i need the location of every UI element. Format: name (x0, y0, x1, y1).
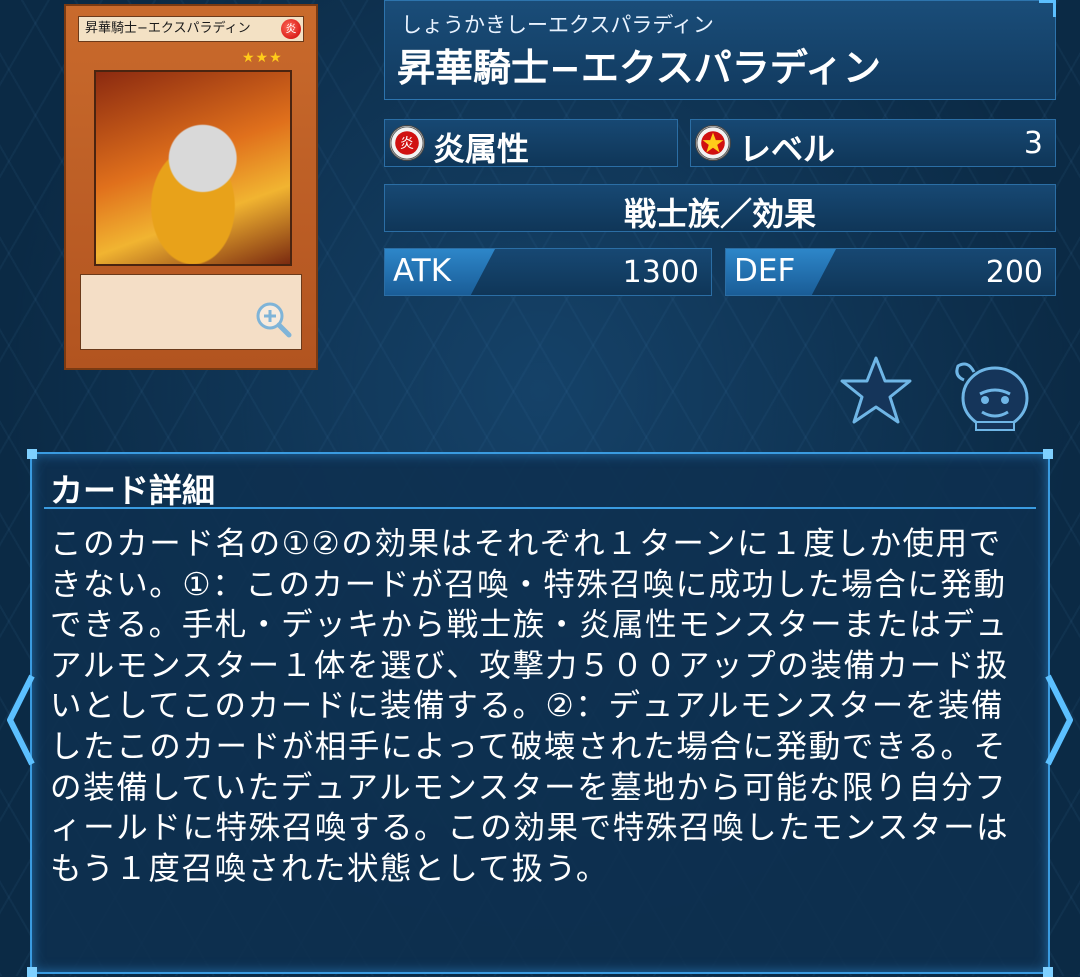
fire-attribute-glyph: 炎 (400, 136, 414, 152)
def-value: 200 (985, 255, 1043, 290)
level-star-icon (695, 125, 731, 161)
panel-corner (1043, 449, 1053, 459)
card-image-text-box (80, 274, 302, 350)
chevron-right-icon[interactable] (1042, 670, 1076, 770)
zoom-in-icon[interactable] (253, 299, 293, 339)
detail-heading: カード詳細 (50, 471, 215, 510)
panel-corner (27, 449, 37, 459)
card-image[interactable]: 昇華騎士−エクスパラディン 炎 ★★★ (64, 4, 318, 370)
atk-label: ATK (393, 253, 452, 289)
card-name-panel: しょうかきしーエクスパラディン 昇華騎士−エクスパラディン (384, 0, 1056, 100)
card-image-attribute-icon: 炎 (281, 19, 301, 39)
star-icon[interactable] (838, 354, 914, 426)
card-image-name: 昇華騎士−エクスパラディン (85, 21, 251, 36)
type-line: 戦士族／効果 (623, 195, 816, 233)
atk-tab: ATK (385, 249, 495, 295)
detail-divider (44, 507, 1036, 509)
card-name: 昇華騎士−エクスパラディン (397, 46, 882, 90)
def-tab: DEF (726, 249, 836, 295)
type-line-box: 戦士族／効果 (384, 184, 1056, 233)
attribute-box: 炎 炎属性 (384, 119, 678, 168)
card-name-ruby: しょうかきしーエクスパラディン (401, 13, 714, 37)
card-image-name-bar: 昇華騎士−エクスパラディン 炎 (78, 16, 304, 42)
level-box: レベル 3 (690, 119, 1056, 168)
def-box: DEF 200 (725, 248, 1056, 296)
atk-value: 1300 (622, 255, 699, 290)
card-image-level-stars: ★★★ (242, 50, 283, 66)
fire-attribute-icon: 炎 (389, 125, 425, 161)
chevron-left-icon[interactable] (4, 670, 38, 770)
def-label: DEF (734, 253, 796, 289)
atk-box: ATK 1300 (384, 248, 712, 296)
card-artwork (94, 70, 292, 266)
level-label: レベル (739, 130, 836, 168)
card-effect-text: このカード名の①②の効果はそれぞれ１ターンに１度しか使用できない。①：このカード… (50, 526, 1010, 887)
attribute-label: 炎属性 (433, 130, 530, 168)
deck-pot-icon[interactable] (952, 358, 1038, 432)
level-value: 3 (1023, 126, 1043, 161)
